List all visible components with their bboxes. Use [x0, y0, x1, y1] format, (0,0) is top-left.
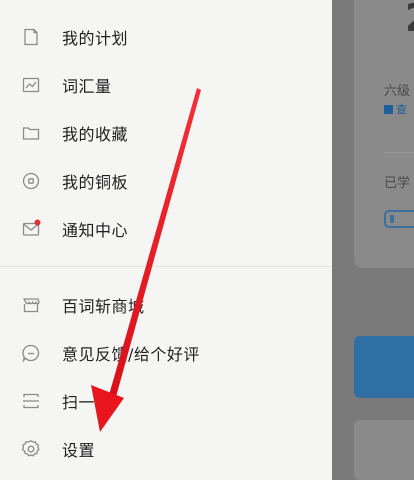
- drawer-item-scan[interactable]: 扫一扫: [0, 380, 332, 422]
- background-big-digit: 2: [405, 0, 414, 40]
- scan-icon: [20, 390, 42, 412]
- drawer-item-notifications[interactable]: 通知中心: [0, 208, 332, 250]
- book-icon: [384, 104, 393, 114]
- page-icon: [20, 26, 42, 48]
- drawer-item-label: 百词斩商城: [62, 297, 145, 316]
- folder-icon: [20, 122, 42, 144]
- chart-icon: [20, 74, 42, 96]
- drawer-item-label: 我的铜板: [62, 173, 129, 192]
- background-divider: [384, 152, 414, 153]
- background-level-text: 六级: [384, 84, 411, 99]
- drawer-item-my-plan[interactable]: 我的计划: [0, 16, 332, 58]
- drawer-item-favorites[interactable]: 我的收藏: [0, 112, 332, 154]
- drawer-item-vocabulary[interactable]: 词汇量: [0, 64, 332, 106]
- drawer-item-label: 设置: [62, 441, 96, 460]
- chat-icon: [20, 342, 42, 364]
- drawer-item-label: 意见反馈/给个好评: [62, 345, 200, 364]
- drawer-item-label: 扫一扫: [62, 393, 112, 412]
- background-secondary-button: [354, 420, 414, 480]
- gear-icon: [20, 438, 42, 460]
- side-drawer: 我的计划 词汇量 我的收藏 我的铜板 通知中心 百词斩商城 意见反馈/给个好评 …: [0, 0, 332, 480]
- drawer-item-settings[interactable]: 设置: [0, 428, 332, 470]
- drawer-item-feedback[interactable]: 意见反馈/给个好评: [0, 332, 332, 374]
- drawer-item-label: 我的收藏: [62, 125, 129, 144]
- store-icon: [20, 294, 42, 316]
- mail-icon: [20, 218, 42, 240]
- background-screen: 2 六级 查 已学: [332, 0, 414, 480]
- background-learned-text: 已学: [384, 176, 411, 191]
- drawer-item-coins[interactable]: 我的铜板: [0, 160, 332, 202]
- coin-icon: [20, 170, 42, 192]
- background-check-link: 查: [384, 101, 407, 117]
- background-progress-bar: [384, 210, 414, 228]
- background-check-text: 查: [396, 103, 407, 116]
- drawer-divider: [0, 266, 332, 267]
- drawer-item-label: 通知中心: [62, 221, 129, 240]
- drawer-item-label: 我的计划: [62, 29, 129, 48]
- drawer-item-label: 词汇量: [62, 77, 112, 96]
- drawer-item-store[interactable]: 百词斩商城: [0, 284, 332, 326]
- background-primary-button: [354, 336, 414, 398]
